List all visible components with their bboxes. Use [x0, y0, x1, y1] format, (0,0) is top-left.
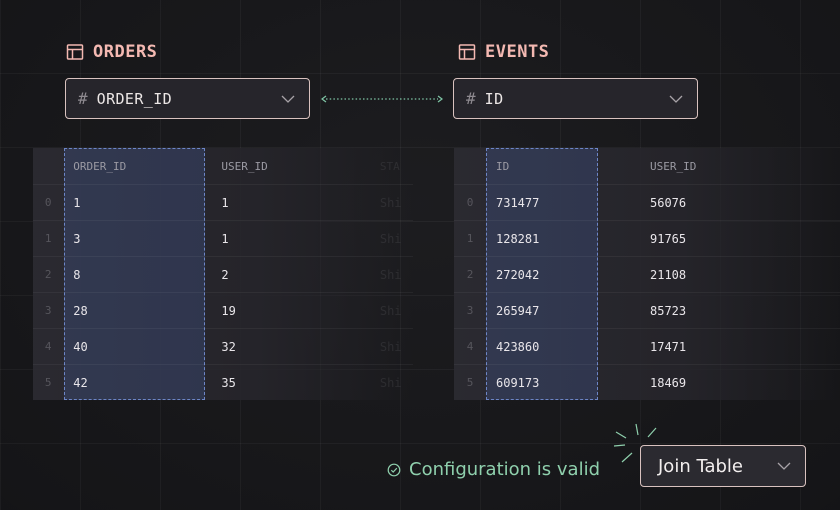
- table-cell: 32: [221, 339, 236, 354]
- row-index: 5: [466, 376, 474, 389]
- table-row: 0 731477 56076: [454, 184, 840, 220]
- table-cell: 1: [221, 231, 229, 246]
- grid-header-row: ORDER_ID USER_ID STA: [33, 148, 413, 184]
- events-title: EVENTS: [485, 42, 550, 62]
- number-type-icon: #: [78, 89, 88, 108]
- row-index: 5: [44, 376, 52, 389]
- chevron-down-icon: [777, 462, 791, 470]
- column-header[interactable]: USER_ID: [196, 148, 354, 184]
- table-row: 5 609173 18469: [454, 364, 840, 400]
- events-data-grid: ID USER_ID 0 731477 56076 1 128281 91765…: [454, 148, 840, 400]
- table-cell: 91765: [650, 231, 687, 246]
- table-cell: Shi: [379, 375, 402, 390]
- row-index: 0: [44, 196, 52, 209]
- events-key-value: ID: [484, 89, 504, 108]
- table-cell: Shi: [379, 231, 402, 246]
- table-cell: 3: [73, 231, 81, 246]
- orders-table-header: ORDERS: [66, 42, 157, 62]
- table-cell: 8: [73, 267, 81, 282]
- orders-key-select[interactable]: # ORDER_ID: [65, 78, 310, 119]
- table-cell: 28: [73, 303, 88, 318]
- chevron-down-icon: [669, 95, 683, 103]
- row-index: 0: [466, 196, 474, 209]
- events-table-header: EVENTS: [458, 42, 549, 62]
- row-index: 4: [44, 340, 52, 353]
- table-cell: 21108: [650, 267, 687, 282]
- table-row: 1 128281 91765: [454, 220, 840, 256]
- table-row: 2 272042 21108: [454, 256, 840, 292]
- join-type-label: Join Table: [658, 455, 743, 477]
- table-icon: [458, 44, 476, 60]
- table-cell: 19: [221, 303, 236, 318]
- join-config-canvas: ORDERS EVENTS # ORDER_ID # ID ORDER_ID U…: [0, 0, 840, 510]
- table-cell: Shi: [379, 303, 402, 318]
- table-row: 4 423860 17471: [454, 328, 840, 364]
- row-index: 2: [466, 268, 474, 281]
- join-type-select[interactable]: Join Table: [640, 445, 806, 487]
- table-cell: 731477: [496, 195, 540, 210]
- table-cell: 56076: [650, 195, 687, 210]
- table-cell: 1: [73, 195, 81, 210]
- orders-key-value: ORDER_ID: [96, 89, 173, 108]
- table-cell: 35: [221, 375, 236, 390]
- table-cell: Shi: [379, 267, 402, 282]
- row-index: 4: [466, 340, 474, 353]
- row-index: 3: [466, 304, 474, 317]
- row-index: 3: [44, 304, 52, 317]
- column-header[interactable]: ID: [486, 148, 598, 184]
- table-cell: [764, 365, 824, 400]
- join-connector-arrow: [321, 95, 443, 103]
- table-row: 2 8 2 Shi: [33, 256, 413, 292]
- table-cell: [764, 257, 824, 292]
- table-icon: [66, 44, 84, 60]
- table-row: 3 28 19 Shi: [33, 292, 413, 328]
- table-cell: [764, 185, 824, 220]
- row-index: 2: [44, 268, 52, 281]
- check-circle-icon: [387, 463, 401, 476]
- table-row: 5 42 35 Shi: [33, 364, 413, 400]
- table-cell: 609173: [496, 375, 540, 390]
- orders-data-grid: ORDER_ID USER_ID STA 0 1 1 Shi 1 3 1 Shi…: [33, 148, 413, 400]
- table-cell: 423860: [496, 339, 540, 354]
- table-cell: 2: [221, 267, 229, 282]
- table-row: 0 1 1 Shi: [33, 184, 413, 220]
- number-type-icon: #: [466, 89, 476, 108]
- validation-text: Configuration is valid: [409, 459, 601, 480]
- column-header[interactable]: USER_ID: [598, 148, 764, 184]
- events-key-select[interactable]: # ID: [453, 78, 698, 119]
- column-header[interactable]: STA: [355, 148, 413, 184]
- table-cell: 17471: [650, 339, 687, 354]
- validation-status: Configuration is valid: [387, 459, 600, 480]
- table-cell: 40: [73, 339, 88, 354]
- table-cell: 128281: [496, 231, 540, 246]
- table-cell: 1: [221, 195, 229, 210]
- table-cell: 42: [73, 375, 88, 390]
- table-row: 3 265947 85723: [454, 292, 840, 328]
- table-row: 1 3 1 Shi: [33, 220, 413, 256]
- table-cell: Shi: [379, 339, 402, 354]
- column-header[interactable]: [764, 148, 824, 184]
- table-cell: 265947: [496, 303, 540, 318]
- table-cell: 272042: [496, 267, 540, 282]
- table-cell: [764, 221, 824, 256]
- chevron-down-icon: [281, 95, 295, 103]
- grid-header-row: ID USER_ID: [454, 148, 840, 184]
- table-cell: 85723: [650, 303, 687, 318]
- table-cell: 18469: [650, 375, 687, 390]
- table-cell: Shi: [379, 195, 402, 210]
- orders-title: ORDERS: [93, 42, 158, 62]
- table-row: 4 40 32 Shi: [33, 328, 413, 364]
- row-index: 1: [44, 232, 52, 245]
- column-header[interactable]: ORDER_ID: [63, 148, 196, 184]
- table-cell: [764, 329, 824, 364]
- row-index: 1: [466, 232, 474, 245]
- table-cell: [764, 293, 824, 328]
